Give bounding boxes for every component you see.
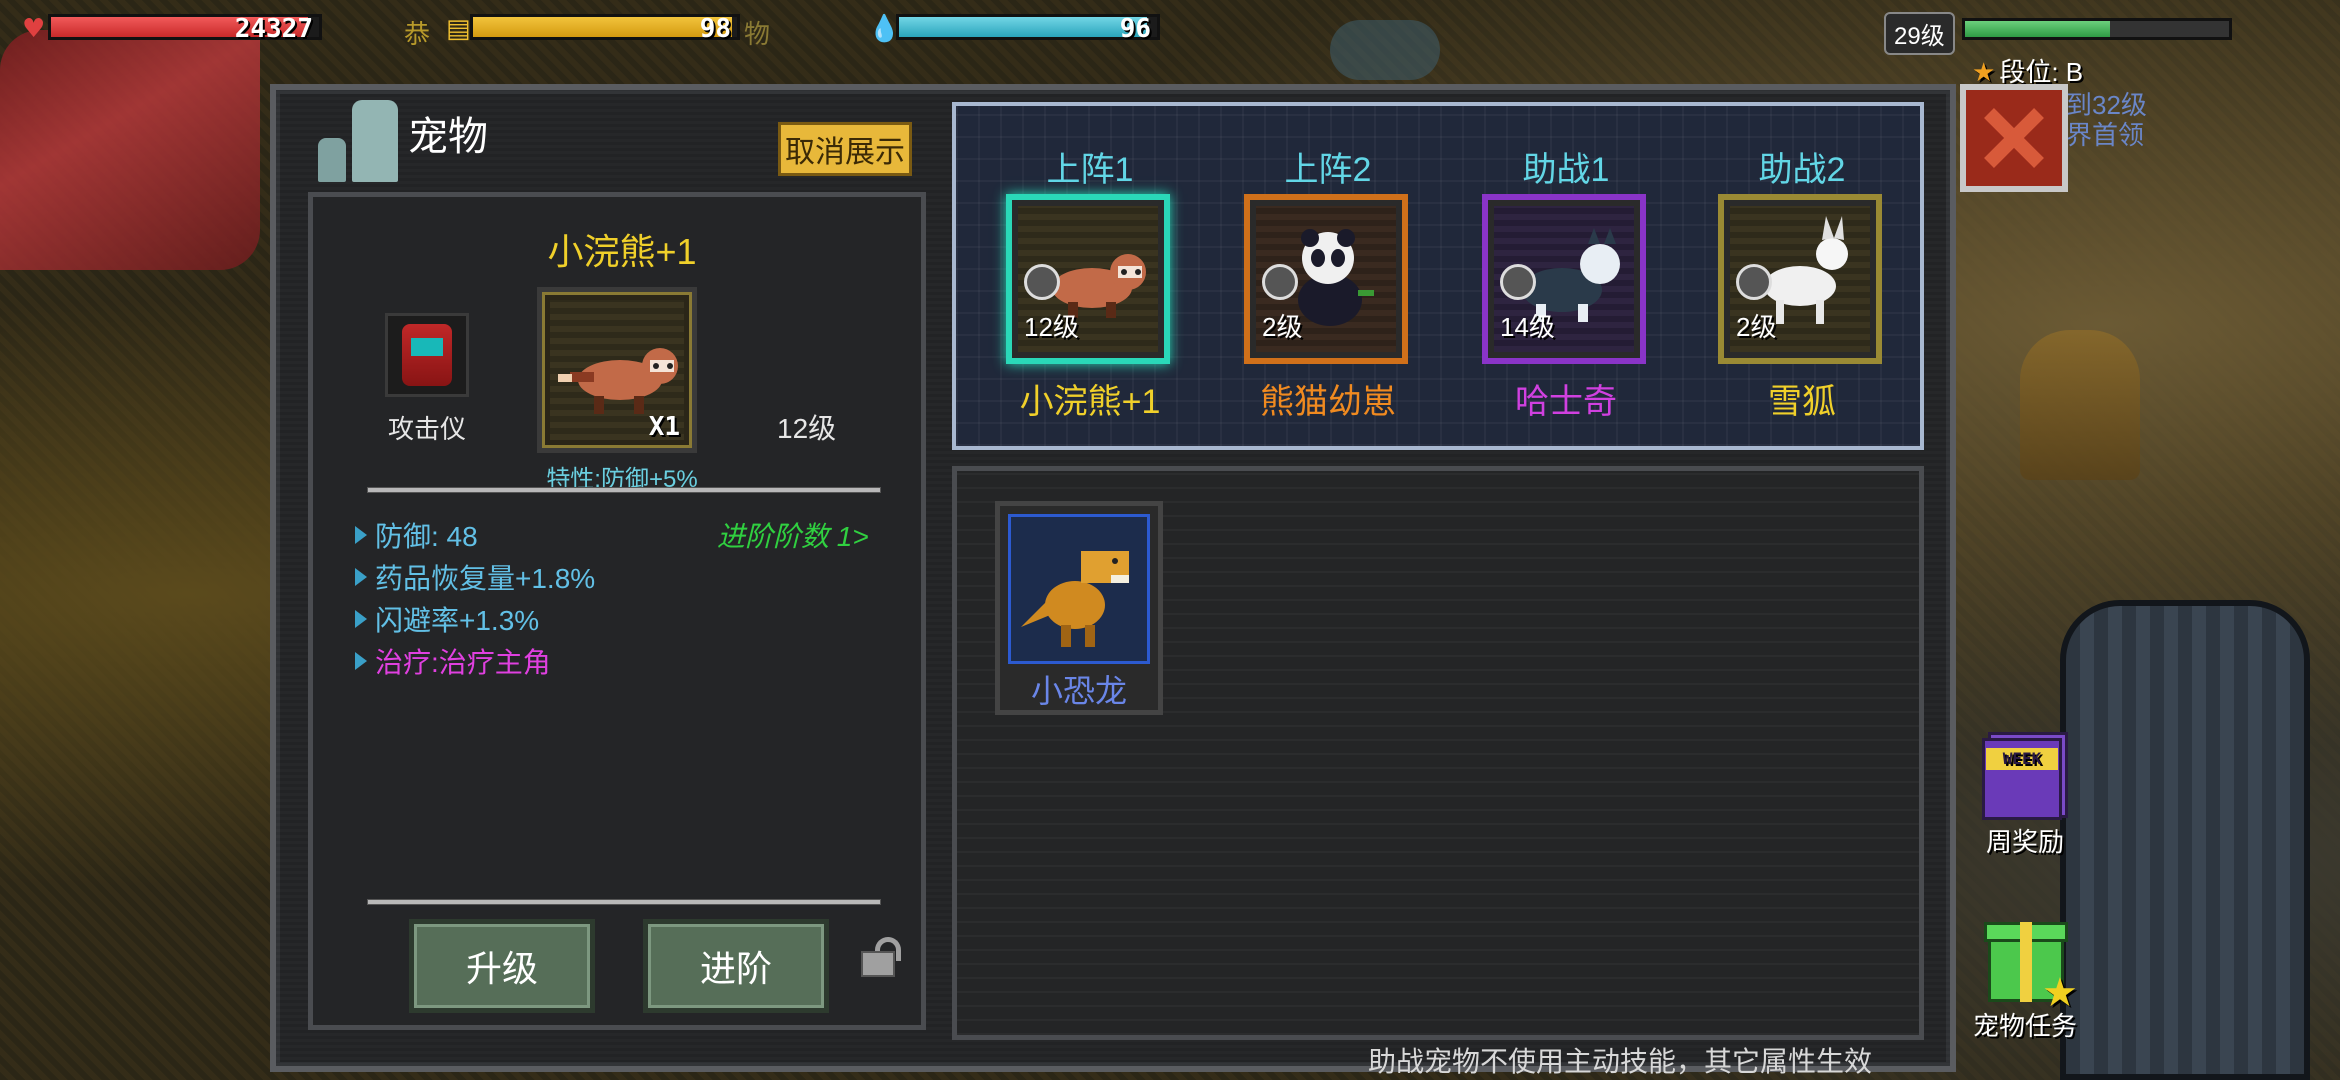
hp-value: 24327 xyxy=(234,14,313,44)
stat-bullet-icon xyxy=(355,610,367,628)
attack-device-slot[interactable] xyxy=(385,313,469,397)
title-text: 宠物 xyxy=(408,115,488,159)
stat-text: 治疗:治疗主角 xyxy=(375,647,551,678)
team-pet-name: 小浣熊+1 xyxy=(1019,383,1161,421)
background-gramophone xyxy=(2020,330,2140,480)
food-suffix: 物 xyxy=(744,19,771,49)
exp-bar xyxy=(1962,18,2232,40)
background-tank xyxy=(2060,600,2310,1080)
star-icon: ★ xyxy=(1972,57,1996,87)
stat-row: 防御: 48 xyxy=(355,515,478,555)
divider-top xyxy=(367,487,881,493)
attack-device-icon xyxy=(402,324,452,386)
team-pet-name: 雪狐 xyxy=(1768,383,1836,421)
lock-icon xyxy=(1262,264,1298,300)
pet-name: 小浣熊+1 xyxy=(547,231,697,272)
stat-bullet-icon xyxy=(355,652,367,670)
lock-icon xyxy=(1024,264,1060,300)
side-hint-line1: 到32级 xyxy=(2066,90,2147,120)
team-slot-1[interactable]: 12级 xyxy=(1006,194,1170,364)
heart-icon: ♥ xyxy=(22,14,46,44)
team-slot-4[interactable]: 2级 xyxy=(1718,194,1882,364)
stat-row: 治疗:治疗主角 xyxy=(355,641,551,681)
stat-text: 防御: 48 xyxy=(375,521,478,552)
storage-pet-slot[interactable]: 小恐龙 xyxy=(995,501,1163,715)
team-slot-2[interactable]: 2级 xyxy=(1244,194,1408,364)
pet-count: X1 xyxy=(648,412,680,442)
rank-text: 段位: B xyxy=(1999,57,2084,87)
background-car xyxy=(0,30,260,270)
footer-note: 助战宠物不使用主动技能，其它属性生效 xyxy=(1368,1046,1873,1077)
upgrade-button[interactable]: 升级 xyxy=(409,919,595,1013)
hp-bar: 24327 xyxy=(48,14,322,44)
stat-row: 闪避率+1.3% xyxy=(355,599,539,639)
player-level: 29级 xyxy=(1884,12,1955,55)
stat-text: 闪避率+1.3% xyxy=(375,605,540,636)
close-button[interactable] xyxy=(1960,84,2068,192)
food-label: 恭 xyxy=(404,19,431,49)
stat-text: 药品恢复量+1.8% xyxy=(375,563,596,594)
slot-level: 2级 xyxy=(1736,312,1777,342)
stat-bullet-icon xyxy=(355,568,367,586)
weekly-reward-icon: WEEK xyxy=(1982,724,2068,820)
advance-count-link[interactable]: 进阶阶数 1> xyxy=(717,515,869,555)
pet-storage-panel: 小恐龙 xyxy=(952,466,1924,1040)
food-value: 98 xyxy=(699,14,731,44)
slot-level: 2级 xyxy=(1262,312,1303,342)
weekly-reward-button[interactable]: WEEK 周奖励 xyxy=(1970,724,2080,859)
device-label: 攻击仪 xyxy=(387,414,466,444)
chat-bubble-icon xyxy=(1330,20,1440,80)
slot-label: 上阵2 xyxy=(1284,151,1372,189)
lock-icon xyxy=(1736,264,1772,300)
star-icon: ★ xyxy=(2042,971,2078,1015)
slot-label: 助战1 xyxy=(1522,151,1610,189)
slot-level: 14级 xyxy=(1500,312,1555,342)
cancel-display-button[interactable]: 取消展示 xyxy=(778,122,912,176)
gift-icon: ★ xyxy=(1982,908,2078,1015)
weekly-reward-label: 周奖励 xyxy=(1985,827,2064,857)
stat-bullet-icon xyxy=(355,526,367,544)
slot-label: 上阵1 xyxy=(1046,151,1134,189)
week-badge: WEEK xyxy=(1986,748,2058,770)
storage-pet-name: 小恐龙 xyxy=(1030,673,1127,709)
team-slot-3[interactable]: 14级 xyxy=(1482,194,1646,364)
food-icon: ▤ xyxy=(446,14,471,44)
pet-portrait[interactable]: X1 xyxy=(537,287,697,453)
pet-icon xyxy=(318,100,398,182)
divider-bottom xyxy=(367,899,881,905)
window-title: 宠物 xyxy=(318,100,488,182)
water-bar: 96 xyxy=(896,14,1160,44)
close-icon xyxy=(1984,108,2044,168)
team-panel: 上阵1 上阵2 助战1 助战2 12级 2级 14级 2级 小浣熊+1 熊猫幼崽… xyxy=(952,102,1924,450)
unlock-icon[interactable] xyxy=(861,937,901,977)
stat-row: 药品恢复量+1.8% xyxy=(355,557,595,597)
pet-task-button[interactable]: ★ 宠物任务 xyxy=(1970,908,2080,1043)
pet-level: 12级 xyxy=(777,413,837,444)
slot-level: 12级 xyxy=(1024,312,1079,342)
side-hint-line2: 界首领 xyxy=(2066,120,2145,150)
advance-button[interactable]: 进阶 xyxy=(643,919,829,1013)
lock-icon xyxy=(1500,264,1536,300)
side-hint: 到32级 界首领 xyxy=(2066,90,2147,150)
team-pet-name: 哈士奇 xyxy=(1515,383,1617,421)
team-pet-name: 熊猫幼崽 xyxy=(1260,383,1396,421)
slot-label: 助战2 xyxy=(1758,151,1846,189)
water-value: 96 xyxy=(1119,14,1151,44)
dinosaur-icon xyxy=(1021,551,1129,647)
pet-detail-panel: 小浣熊+1 攻击仪 X1 12级 特性:防御+5% 防御: 48 药品恢复量+1… xyxy=(308,192,926,1030)
food-bar: 98 xyxy=(470,14,740,44)
